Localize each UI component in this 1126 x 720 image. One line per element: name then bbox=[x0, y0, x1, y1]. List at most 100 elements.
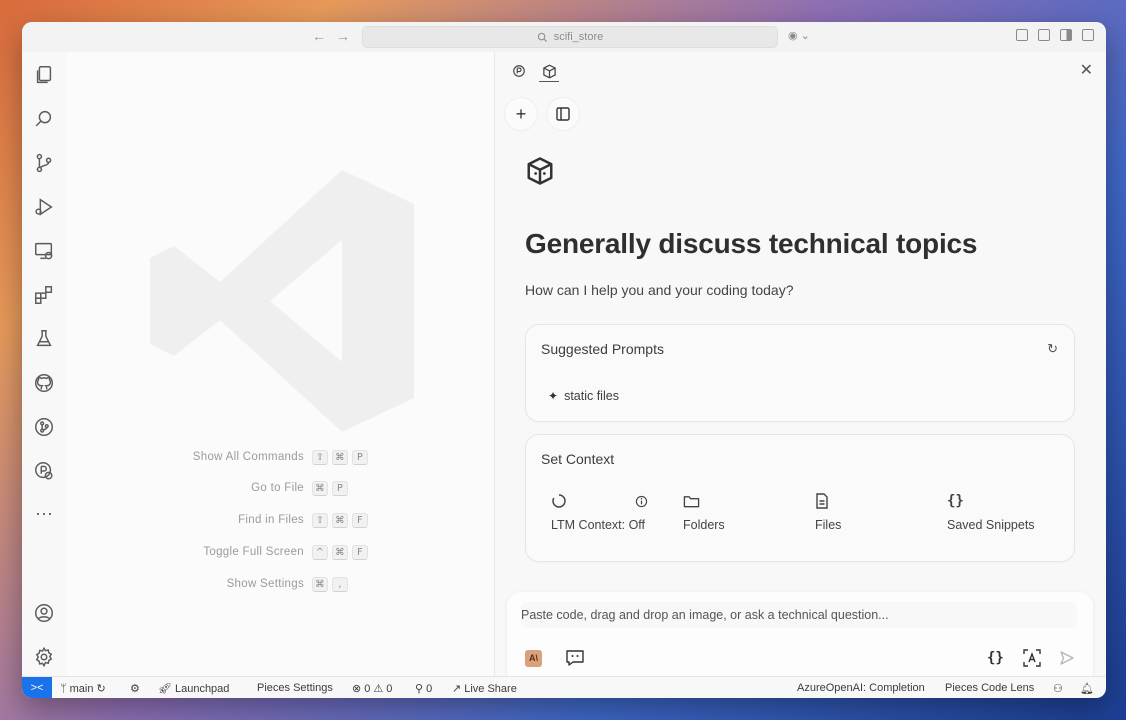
back-arrow-icon[interactable]: ← bbox=[312, 28, 326, 44]
key-badge: F bbox=[352, 513, 368, 528]
chat-composer: A\ {} bbox=[507, 592, 1093, 686]
key-badge: ⌘ bbox=[332, 450, 348, 465]
suggested-prompts-card: Suggested Prompts ↻ ✦ static files bbox=[525, 324, 1075, 422]
shortcut-show-all-commands: Show All Commands ⇧ ⌘ P bbox=[66, 450, 494, 466]
pieces-logo-icon bbox=[513, 65, 525, 77]
live-share-item[interactable]: ↗ Live Share bbox=[452, 682, 517, 696]
insert-snippet-button[interactable]: {} bbox=[987, 648, 1004, 668]
folder-icon bbox=[683, 495, 700, 507]
ai-model-status[interactable]: AzureOpenAI: Completion bbox=[797, 682, 925, 694]
search-icon bbox=[537, 32, 547, 42]
git-graph-icon[interactable] bbox=[32, 415, 56, 439]
image-chat-icon bbox=[566, 650, 584, 666]
settings-gear-icon[interactable] bbox=[32, 645, 56, 669]
shortcut-find-in-files: Find in Files ⇧ ⌘ F bbox=[66, 513, 494, 529]
accounts-icon[interactable] bbox=[32, 601, 56, 625]
branch-indicator[interactable]: ᛘ main ↻ bbox=[60, 682, 106, 696]
pieces-settings-item[interactable]: Pieces Settings bbox=[257, 682, 333, 694]
activity-bar: ··· bbox=[22, 52, 67, 676]
copilot-status-icon[interactable]: ⚇ bbox=[1053, 682, 1063, 695]
file-icon bbox=[816, 493, 828, 509]
send-button[interactable] bbox=[1059, 648, 1075, 668]
close-panel-icon[interactable]: ✕ bbox=[1080, 60, 1093, 80]
copilot-icon[interactable]: ◉ ⌄ bbox=[788, 29, 810, 42]
scan-text-icon bbox=[1023, 649, 1041, 667]
remote-indicator-icon[interactable]: >< bbox=[22, 677, 52, 698]
sync-icon: ↻ bbox=[96, 683, 106, 695]
customize-layout-icon[interactable] bbox=[1082, 29, 1094, 41]
status-bar: >< ᛘ main ↻ ⚙ 🚀︎ Launchpad Pieces Settin… bbox=[22, 676, 1106, 698]
add-image-button[interactable] bbox=[565, 648, 585, 668]
testing-flask-icon[interactable] bbox=[32, 327, 56, 351]
key-badge: P bbox=[332, 481, 348, 496]
key-badge: P bbox=[352, 450, 368, 465]
tab-copilot-chat[interactable] bbox=[539, 61, 559, 82]
key-badge: ⇧ bbox=[312, 450, 328, 465]
pieces-code-lens-item[interactable]: Pieces Code Lens bbox=[945, 682, 1034, 694]
pieces-icon[interactable] bbox=[32, 459, 56, 483]
context-saved-snippets-button[interactable]: {} Saved Snippets bbox=[947, 491, 1035, 532]
explorer-icon[interactable] bbox=[32, 63, 56, 87]
sidebar-layout-icon bbox=[556, 107, 570, 121]
extensions-icon[interactable] bbox=[32, 283, 56, 307]
key-badge: ⌘ bbox=[332, 513, 348, 528]
forward-arrow-icon[interactable]: → bbox=[336, 28, 350, 44]
warning-icon: ⚠ bbox=[373, 683, 384, 695]
tab-pieces-home[interactable] bbox=[509, 61, 529, 81]
model-selector-button[interactable]: A\ bbox=[525, 648, 542, 668]
remote-explorer-icon[interactable] bbox=[32, 239, 56, 263]
source-control-icon[interactable] bbox=[32, 151, 56, 175]
toggle-secondary-sidebar-icon[interactable] bbox=[1060, 29, 1072, 41]
git-lens-icon[interactable]: ⚙ bbox=[130, 682, 140, 695]
suggested-prompts-title: Suggested Prompts bbox=[541, 341, 664, 357]
ltm-context-label: LTM Context: Off bbox=[551, 518, 646, 532]
send-arrow-icon bbox=[1060, 651, 1074, 665]
github-icon[interactable] bbox=[32, 371, 56, 395]
sparkle-icon: ✦ bbox=[548, 389, 559, 403]
conversation-subtitle: How can I help you and your coding today… bbox=[525, 282, 794, 298]
chat-input[interactable] bbox=[521, 602, 1077, 628]
panel-tabs bbox=[509, 61, 559, 82]
editor-empty-state: Show All Commands ⇧ ⌘ P Go to File ⌘ P F… bbox=[66, 52, 494, 676]
saved-snippets-label: Saved Snippets bbox=[947, 518, 1035, 532]
key-badge: , bbox=[332, 577, 348, 592]
set-context-title: Set Context bbox=[541, 451, 615, 467]
run-debug-icon[interactable] bbox=[32, 195, 56, 219]
shortcut-toggle-full-screen: Toggle Full Screen ^ ⌘ F bbox=[66, 545, 494, 561]
more-views-icon[interactable]: ··· bbox=[32, 501, 56, 525]
screen-context-button[interactable] bbox=[1023, 648, 1041, 668]
shortcut-show-settings: Show Settings ⌘ , bbox=[66, 577, 494, 593]
search-icon[interactable] bbox=[32, 107, 56, 131]
launchpad-indicator[interactable]: 🚀︎ Launchpad bbox=[158, 682, 229, 696]
key-badge: ⌘ bbox=[312, 481, 328, 496]
vscode-window: ← → scifi_store ◉ ⌄ ··· Show All Command… bbox=[22, 22, 1106, 698]
command-center-search[interactable]: scifi_store bbox=[362, 26, 778, 48]
error-icon: ⊗ bbox=[352, 683, 362, 695]
ports-indicator[interactable]: ⚲ 0 bbox=[415, 682, 432, 696]
toggle-panel-icon[interactable] bbox=[1038, 29, 1050, 41]
rocket-icon: 🚀︎ bbox=[158, 683, 172, 695]
set-context-card: Set Context LTM Context: Off Folders Fil bbox=[525, 434, 1075, 562]
refresh-icon[interactable]: ↻ bbox=[1047, 341, 1058, 357]
pieces-copilot-panel: ✕ + Generally discuss technical topics H… bbox=[494, 52, 1106, 686]
context-files-button[interactable]: Files bbox=[815, 491, 841, 532]
new-chat-button[interactable]: + bbox=[505, 98, 537, 130]
context-folders-button[interactable]: Folders bbox=[683, 491, 725, 532]
key-badge: ⌘ bbox=[312, 577, 328, 592]
ltm-context-toggle[interactable]: LTM Context: Off bbox=[551, 491, 648, 532]
problems-indicator[interactable]: ⊗ 0 ⚠ 0 bbox=[352, 682, 392, 696]
key-badge: ^ bbox=[312, 545, 328, 560]
ltm-spinner-icon bbox=[552, 494, 566, 508]
notifications-bell-icon[interactable]: 🔔︎ bbox=[1080, 682, 1094, 695]
conversation-title: Generally discuss technical topics bbox=[525, 228, 978, 259]
toggle-chat-list-button[interactable] bbox=[547, 98, 579, 130]
info-icon[interactable] bbox=[635, 495, 648, 508]
live-share-icon: ↗ bbox=[452, 683, 462, 695]
suggested-prompt-item[interactable]: ✦ static files bbox=[548, 389, 619, 403]
command-center-text: scifi_store bbox=[553, 31, 604, 43]
files-label: Files bbox=[815, 518, 842, 532]
toggle-primary-sidebar-icon[interactable] bbox=[1016, 29, 1028, 41]
folders-label: Folders bbox=[683, 518, 725, 532]
title-bar: ← → scifi_store ◉ ⌄ bbox=[22, 22, 1106, 53]
key-badge: ⇧ bbox=[312, 513, 328, 528]
